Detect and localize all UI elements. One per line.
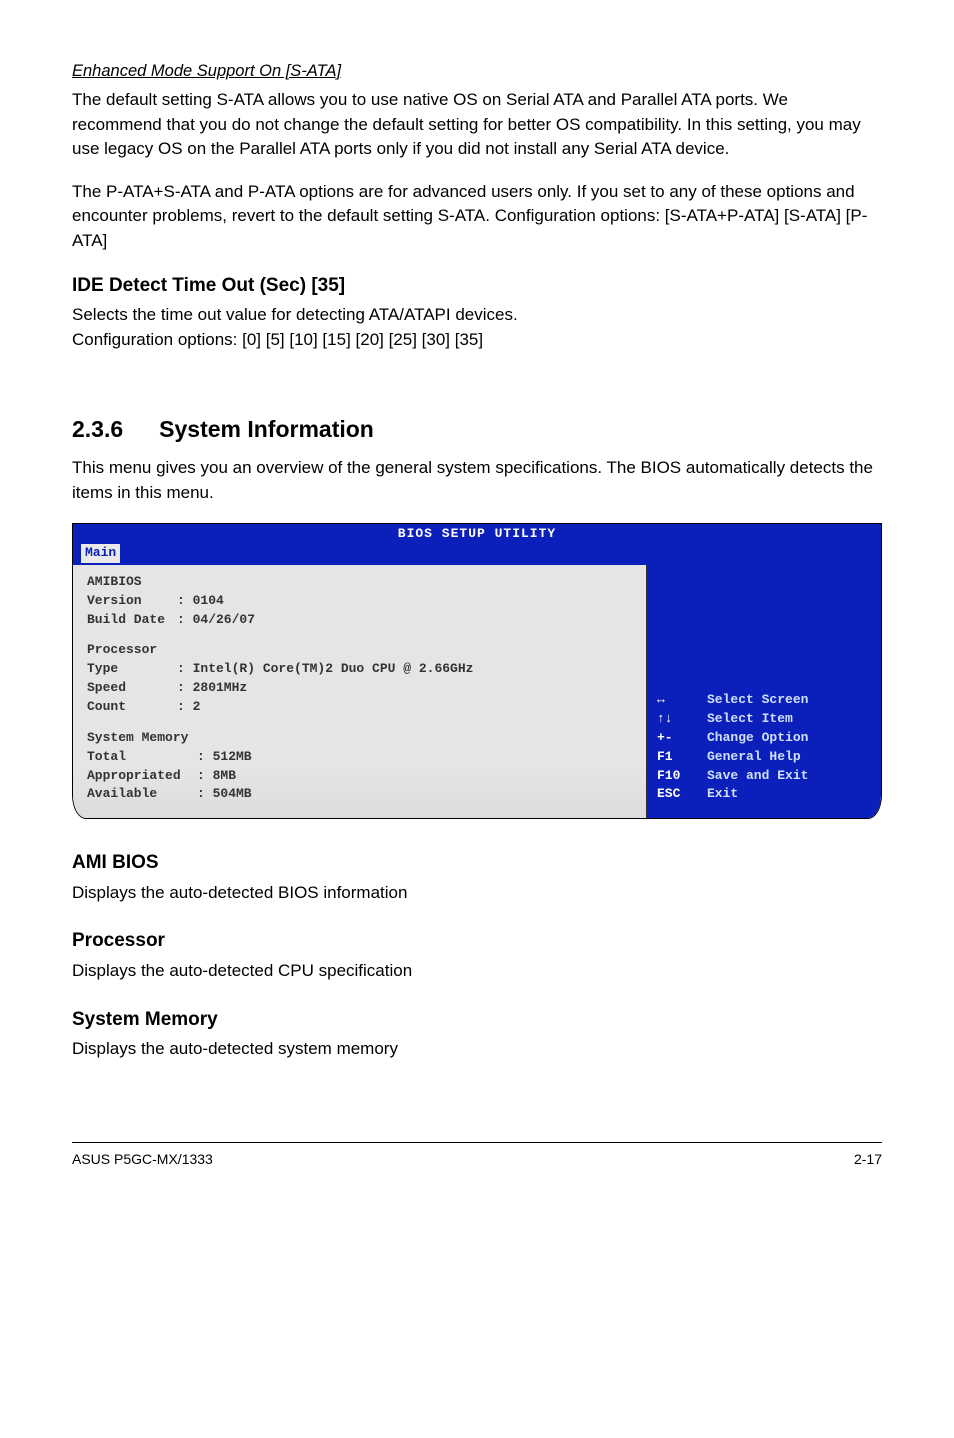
bios-help-text-3: General Help <box>707 748 801 767</box>
bios-build-label: Build Date <box>87 611 177 630</box>
bios-build-value: : 04/26/07 <box>177 611 255 630</box>
bios-help-key-3: F1 <box>657 748 707 767</box>
section-236-heading: 2.3.6 System Information <box>72 413 882 446</box>
bios-approp-label: Appropriated <box>87 767 197 786</box>
bios-avail-value: : 504MB <box>197 785 252 804</box>
footer-right: 2-17 <box>854 1149 882 1169</box>
ide-detect-line2: Configuration options: [0] [5] [10] [15]… <box>72 328 882 353</box>
ami-bios-heading: AMI BIOS <box>72 849 882 877</box>
bios-total-label: Total <box>87 748 197 767</box>
bios-help-key-0: ↔ <box>657 691 707 710</box>
bios-help-text-5: Exit <box>707 785 738 804</box>
footer-left: ASUS P5GC-MX/1333 <box>72 1149 213 1169</box>
bios-help-key-4: F10 <box>657 767 707 786</box>
bios-help-key-5: ESC <box>657 785 707 804</box>
bios-avail-label: Available <box>87 785 197 804</box>
bios-help-key-1: ↑↓ <box>657 710 707 729</box>
ami-bios-text: Displays the auto-detected BIOS informat… <box>72 881 882 906</box>
enhanced-mode-para1: The default setting S-ATA allows you to … <box>72 88 882 162</box>
processor-text: Displays the auto-detected CPU specifica… <box>72 959 882 984</box>
bios-count-value: : 2 <box>177 698 200 717</box>
bios-help-text-0: Select Screen <box>707 691 808 710</box>
bios-sysmem-label: System Memory <box>87 729 188 748</box>
bios-amibios-label: AMIBIOS <box>87 573 142 592</box>
bios-total-value: : 512MB <box>197 748 252 767</box>
bios-speed-label: Speed <box>87 679 177 698</box>
bios-tab-row: Main <box>73 544 881 565</box>
bios-count-label: Count <box>87 698 177 717</box>
section-236-title: System Information <box>159 416 374 442</box>
bios-processor-label: Processor <box>87 641 157 660</box>
bios-tab-main[interactable]: Main <box>81 544 120 563</box>
enhanced-mode-para2: The P-ATA+S-ATA and P-ATA options are fo… <box>72 180 882 254</box>
ide-detect-heading: IDE Detect Time Out (Sec) [35] <box>72 272 882 300</box>
section-236-num: 2.3.6 <box>72 413 123 446</box>
system-memory-text: Displays the auto-detected system memory <box>72 1037 882 1062</box>
bios-type-label: Type <box>87 660 177 679</box>
page-footer: ASUS P5GC-MX/1333 2-17 <box>72 1142 882 1169</box>
section-236-intro: This menu gives you an overview of the g… <box>72 456 882 505</box>
bios-help-text-4: Save and Exit <box>707 767 808 786</box>
bios-version-value: : 0104 <box>177 592 224 611</box>
system-memory-heading: System Memory <box>72 1006 882 1034</box>
bios-help-panel: ↔Select Screen ↑↓Select Item +-Change Op… <box>646 565 881 818</box>
bios-help-text-2: Change Option <box>707 729 808 748</box>
enhanced-mode-heading: Enhanced Mode Support On [S-ATA] <box>72 60 882 84</box>
bios-help-text-1: Select Item <box>707 710 793 729</box>
bios-help-key-2: +- <box>657 729 707 748</box>
processor-heading: Processor <box>72 927 882 955</box>
bios-titlebar: BIOS SETUP UTILITY <box>73 524 881 544</box>
bios-version-label: Version <box>87 592 177 611</box>
bios-type-value: : Intel(R) Core(TM)2 Duo CPU @ 2.66GHz <box>177 660 473 679</box>
bios-speed-value: : 2801MHz <box>177 679 247 698</box>
bios-approp-value: : 8MB <box>197 767 236 786</box>
bios-left-panel: AMIBIOS Version: 0104 Build Date: 04/26/… <box>73 565 646 818</box>
bios-setup-panel: BIOS SETUP UTILITY Main AMIBIOS Version:… <box>72 523 882 819</box>
ide-detect-line1: Selects the time out value for detecting… <box>72 303 882 328</box>
